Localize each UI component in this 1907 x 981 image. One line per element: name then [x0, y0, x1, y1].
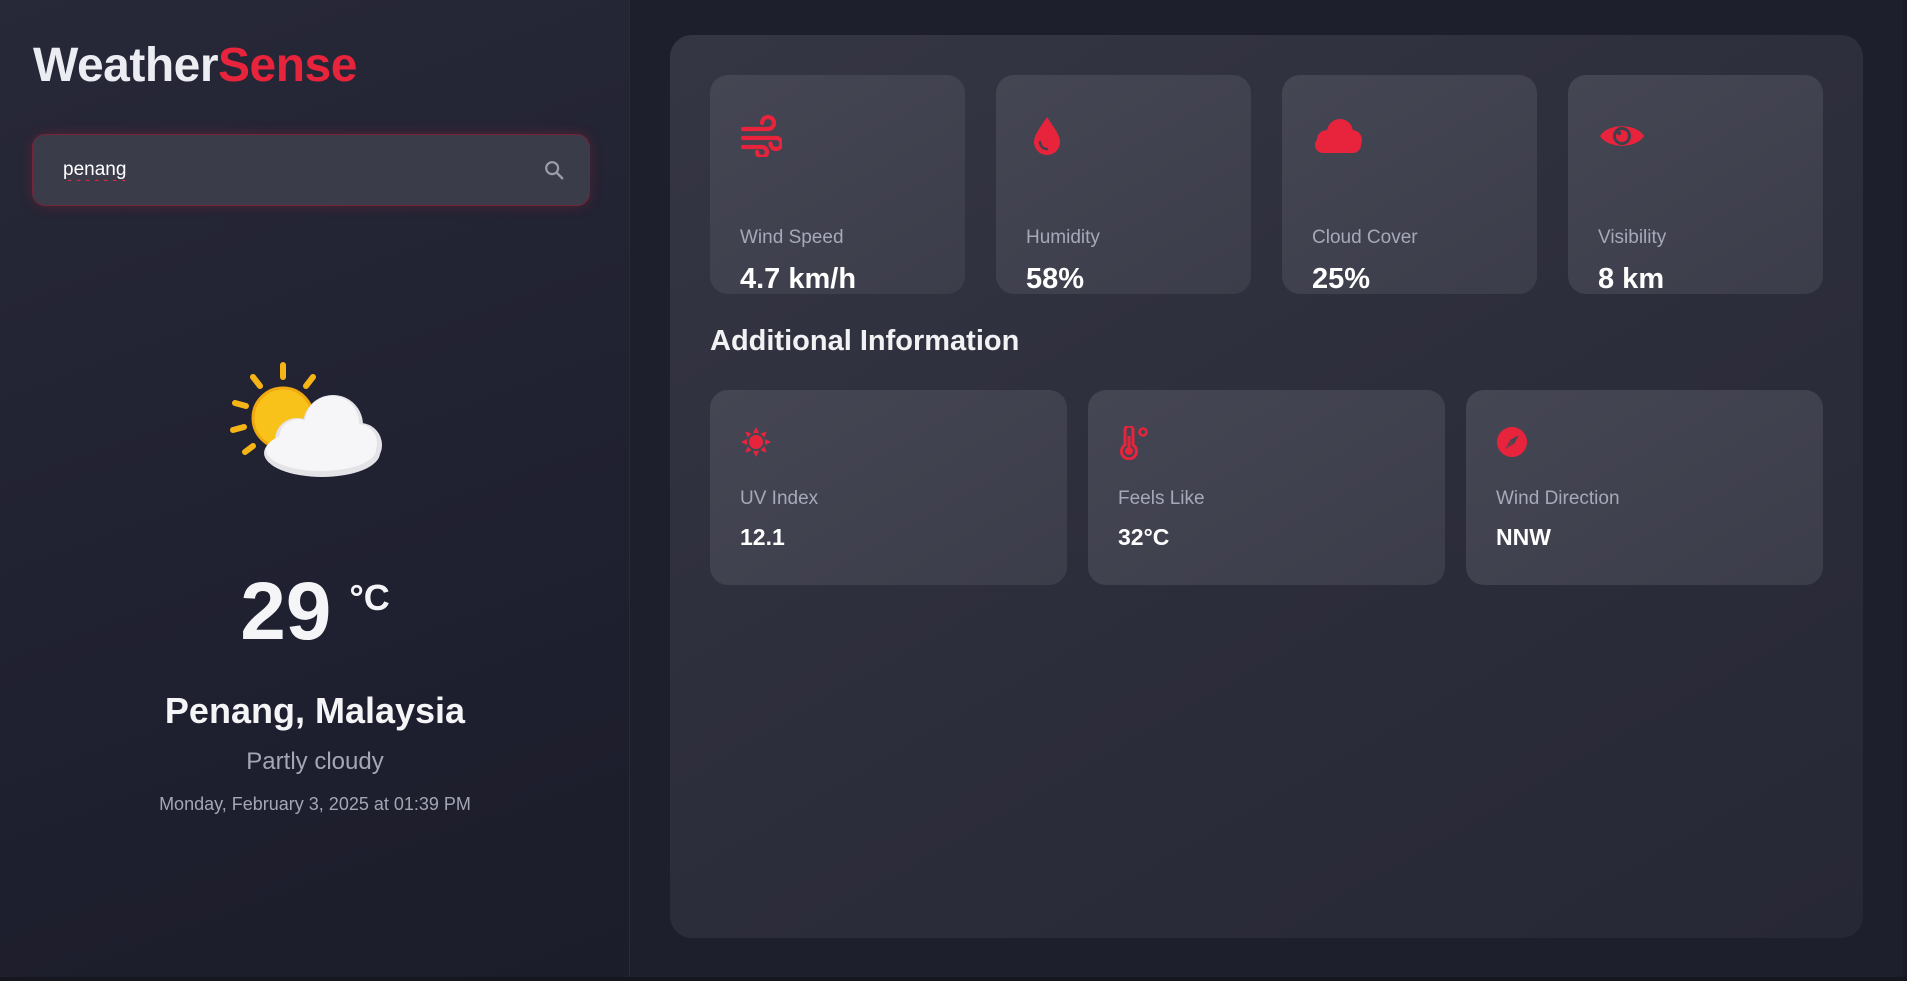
- sidebar: WeatherSense penang 29 °C Penang, Malays…: [0, 0, 630, 981]
- stat-label: Visibility: [1598, 227, 1667, 248]
- window-bottom-edge: [0, 977, 1907, 981]
- info-value: 32°C: [1118, 524, 1170, 550]
- info-label: Feels Like: [1118, 488, 1205, 509]
- droplet-icon: [1026, 115, 1068, 162]
- info-card-wind-direction: Wind Direction NNW: [1466, 390, 1823, 585]
- stat-card-cloud-cover: Cloud Cover 25%: [1282, 75, 1537, 295]
- current-temperature: 29 °C: [0, 565, 630, 659]
- sun-icon: [740, 426, 772, 463]
- stat-value: 4.7 km/h: [740, 263, 857, 295]
- info-card-feels-like: Feels Like 32°C: [1088, 390, 1445, 585]
- current-datetime: Monday, February 3, 2025 at 01:39 PM: [159, 794, 471, 814]
- stat-label: Humidity: [1026, 227, 1100, 248]
- wind-icon: [740, 114, 784, 162]
- partly-cloudy-icon: [225, 360, 395, 490]
- temperature-value: 29: [240, 566, 332, 657]
- stat-card-humidity: Humidity 58%: [996, 75, 1251, 295]
- info-value: NNW: [1496, 524, 1551, 550]
- info-value: 12.1: [740, 524, 785, 550]
- eye-icon: [1598, 115, 1646, 162]
- stat-value: 58%: [1026, 263, 1085, 295]
- info-label: UV Index: [740, 488, 819, 509]
- compass-icon: [1496, 426, 1528, 463]
- search-icon[interactable]: [541, 157, 567, 183]
- logo-text-weather: Weather: [33, 39, 219, 92]
- stat-card-wind-speed: Wind Speed 4.7 km/h: [710, 75, 965, 295]
- info-card-uv-index: UV Index 12.1: [710, 390, 1067, 585]
- weather-condition: Partly cloudy: [246, 748, 384, 775]
- cloud-icon: [1312, 115, 1364, 162]
- location-name: Penang, Malaysia: [164, 690, 466, 731]
- section-title: Additional Information: [710, 325, 1020, 357]
- window-edge: [1903, 0, 1907, 981]
- stat-value: 25%: [1312, 263, 1371, 295]
- thermometer-icon: [1118, 424, 1150, 465]
- logo-text-sense: Sense: [218, 39, 357, 92]
- stat-label: Cloud Cover: [1312, 227, 1418, 248]
- stat-label: Wind Speed: [740, 227, 844, 248]
- weather-app: WeatherSense penang 29 °C Penang, Malays…: [0, 0, 1907, 981]
- stat-card-visibility: Visibility 8 km: [1568, 75, 1823, 295]
- app-logo: WeatherSense: [33, 38, 357, 93]
- info-label: Wind Direction: [1496, 488, 1620, 509]
- search-input[interactable]: [63, 155, 503, 185]
- search-box: [33, 135, 589, 205]
- stat-value: 8 km: [1598, 263, 1665, 295]
- details-panel: Wind Speed 4.7 km/h Humidity 58% Cloud C…: [670, 35, 1863, 938]
- temperature-unit: °C: [349, 577, 390, 618]
